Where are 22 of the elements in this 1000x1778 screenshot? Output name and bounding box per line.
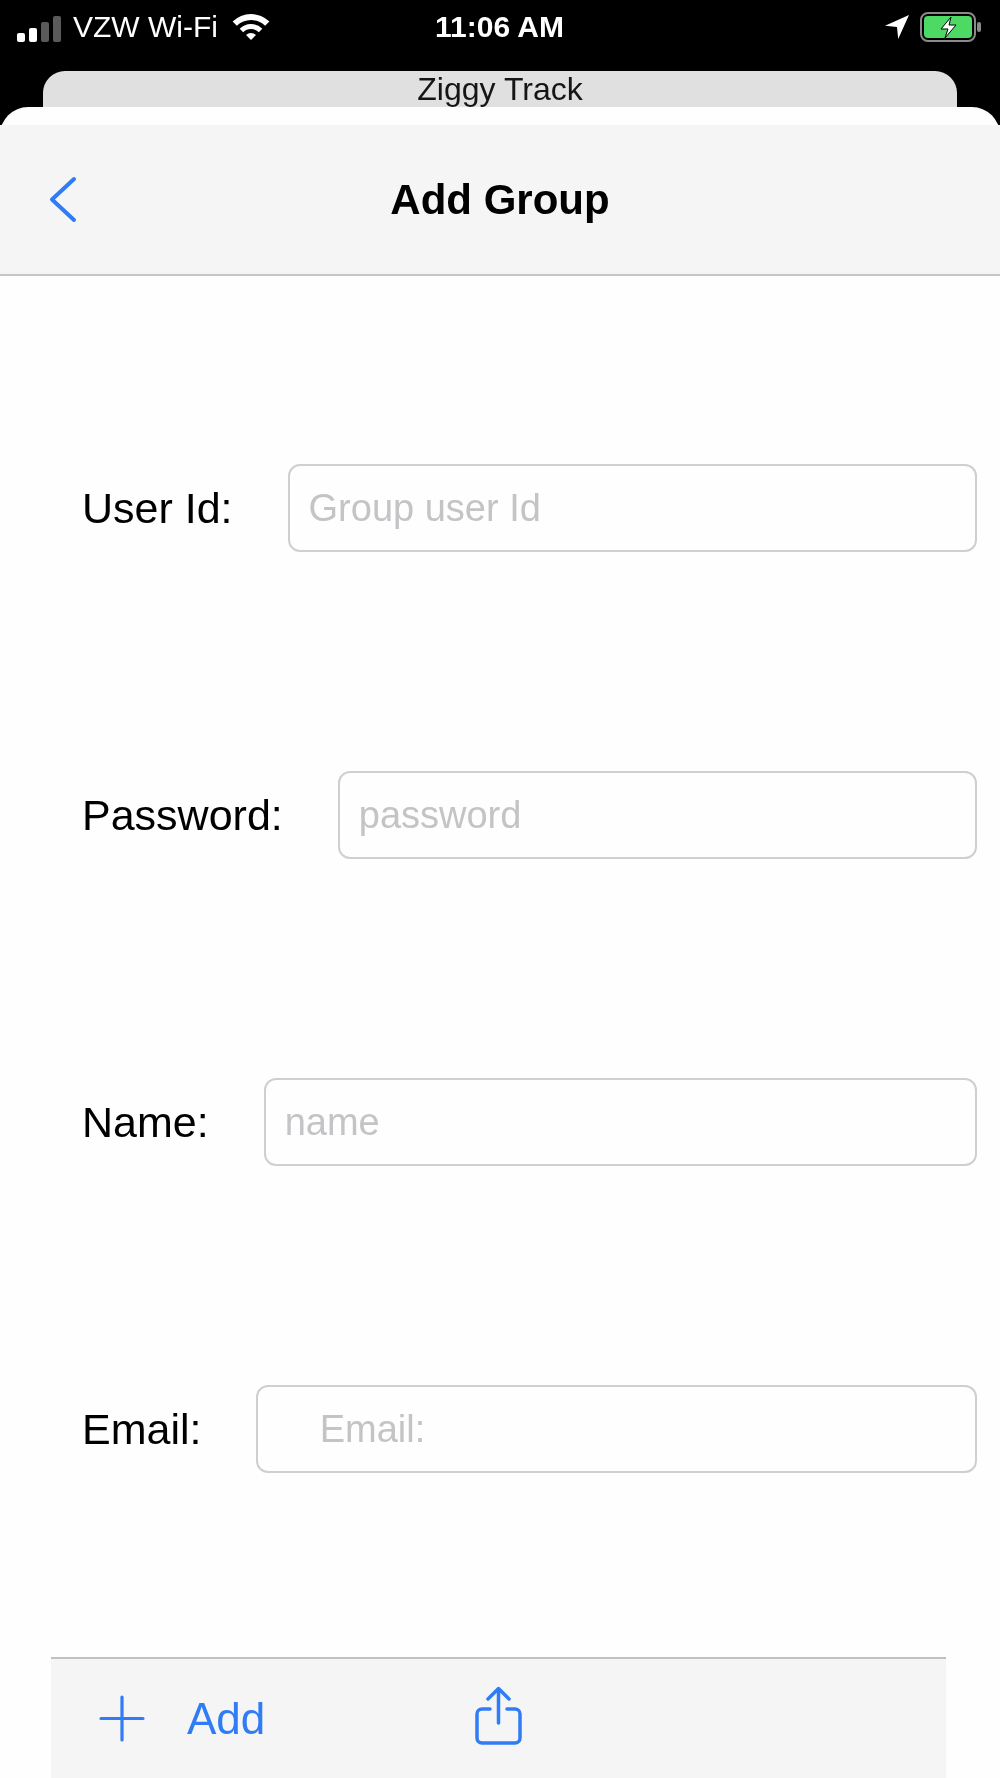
add-button[interactable]: Add <box>99 1693 266 1744</box>
field-label: Email: <box>82 1404 202 1454</box>
back-icon <box>48 176 77 223</box>
background-screen-title: Ziggy Track <box>417 71 583 107</box>
field-label: User Id: <box>82 483 233 533</box>
field-label: Password: <box>82 790 283 840</box>
signal-icon <box>17 16 61 42</box>
share-icon <box>473 1684 525 1747</box>
clock-time: 11:06 AM <box>435 10 564 44</box>
field-label: Name: <box>82 1097 209 1147</box>
location-arrow-icon <box>885 15 909 39</box>
input-field[interactable]: name <box>263 1078 977 1166</box>
back-button[interactable] <box>48 176 77 223</box>
battery-charging-icon <box>920 12 982 42</box>
input-field[interactable]: Email: <box>256 1385 977 1473</box>
wifi-icon <box>230 13 271 41</box>
share-button[interactable] <box>473 1684 525 1747</box>
plus-icon <box>99 1695 145 1742</box>
input-field[interactable]: password <box>337 771 977 859</box>
carrier-name: VZW Wi-Fi <box>73 10 218 44</box>
input-field[interactable]: Group user Id <box>287 464 977 552</box>
screen-title: Add Group <box>390 174 610 225</box>
